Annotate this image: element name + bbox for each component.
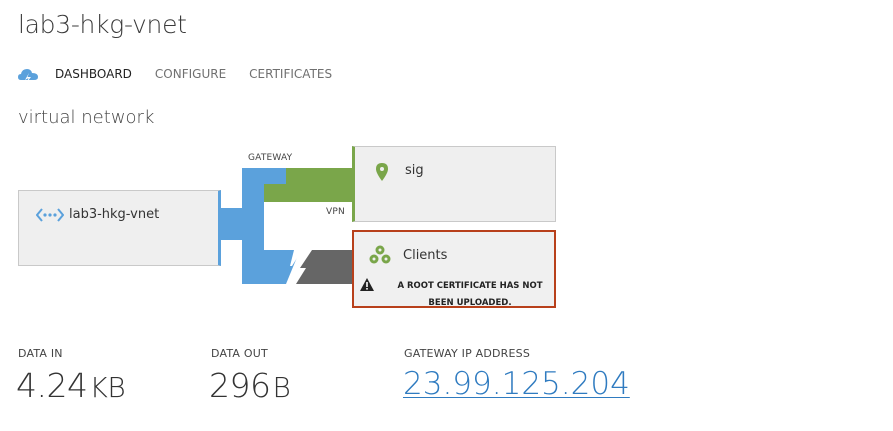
data-out-label: DATA OUT [211,347,268,360]
gateway-ip-link[interactable]: 23.99.125.204 [403,366,630,402]
data-in-unit: KB [89,371,126,404]
warning-icon [360,278,374,291]
site-label: sig [405,163,424,178]
vnet-node[interactable]: lab3-hkg-vnet [18,190,221,266]
vnet-label: lab3-hkg-vnet [69,207,160,222]
network-icon [36,208,64,222]
gateway-stub [221,208,243,240]
clients-node[interactable]: Clients A ROOT CERTIFICATE HAS NOT BEEN … [352,230,556,308]
data-out-number: 296 [209,366,271,405]
data-in-value: 4.24KB [16,366,126,405]
gateway-label: GATEWAY [248,153,293,163]
data-in-number: 4.24 [16,366,88,405]
gateway-ip-label: GATEWAY IP ADDRESS [404,347,531,360]
clients-link-gray [296,250,352,284]
clients-icon [369,245,391,264]
site-node[interactable]: sig [352,146,556,222]
data-out-value: 296B [209,366,291,405]
location-pin-icon [376,163,388,181]
certificate-warning: A ROOT CERTIFICATE HAS NOT BEEN UPLOADED… [397,281,543,308]
gateway-block [242,168,264,284]
vpn-label: VPN [326,207,345,217]
clients-label: Clients [403,248,448,263]
data-in-label: DATA IN [18,347,63,360]
data-out-unit: B [272,371,291,404]
